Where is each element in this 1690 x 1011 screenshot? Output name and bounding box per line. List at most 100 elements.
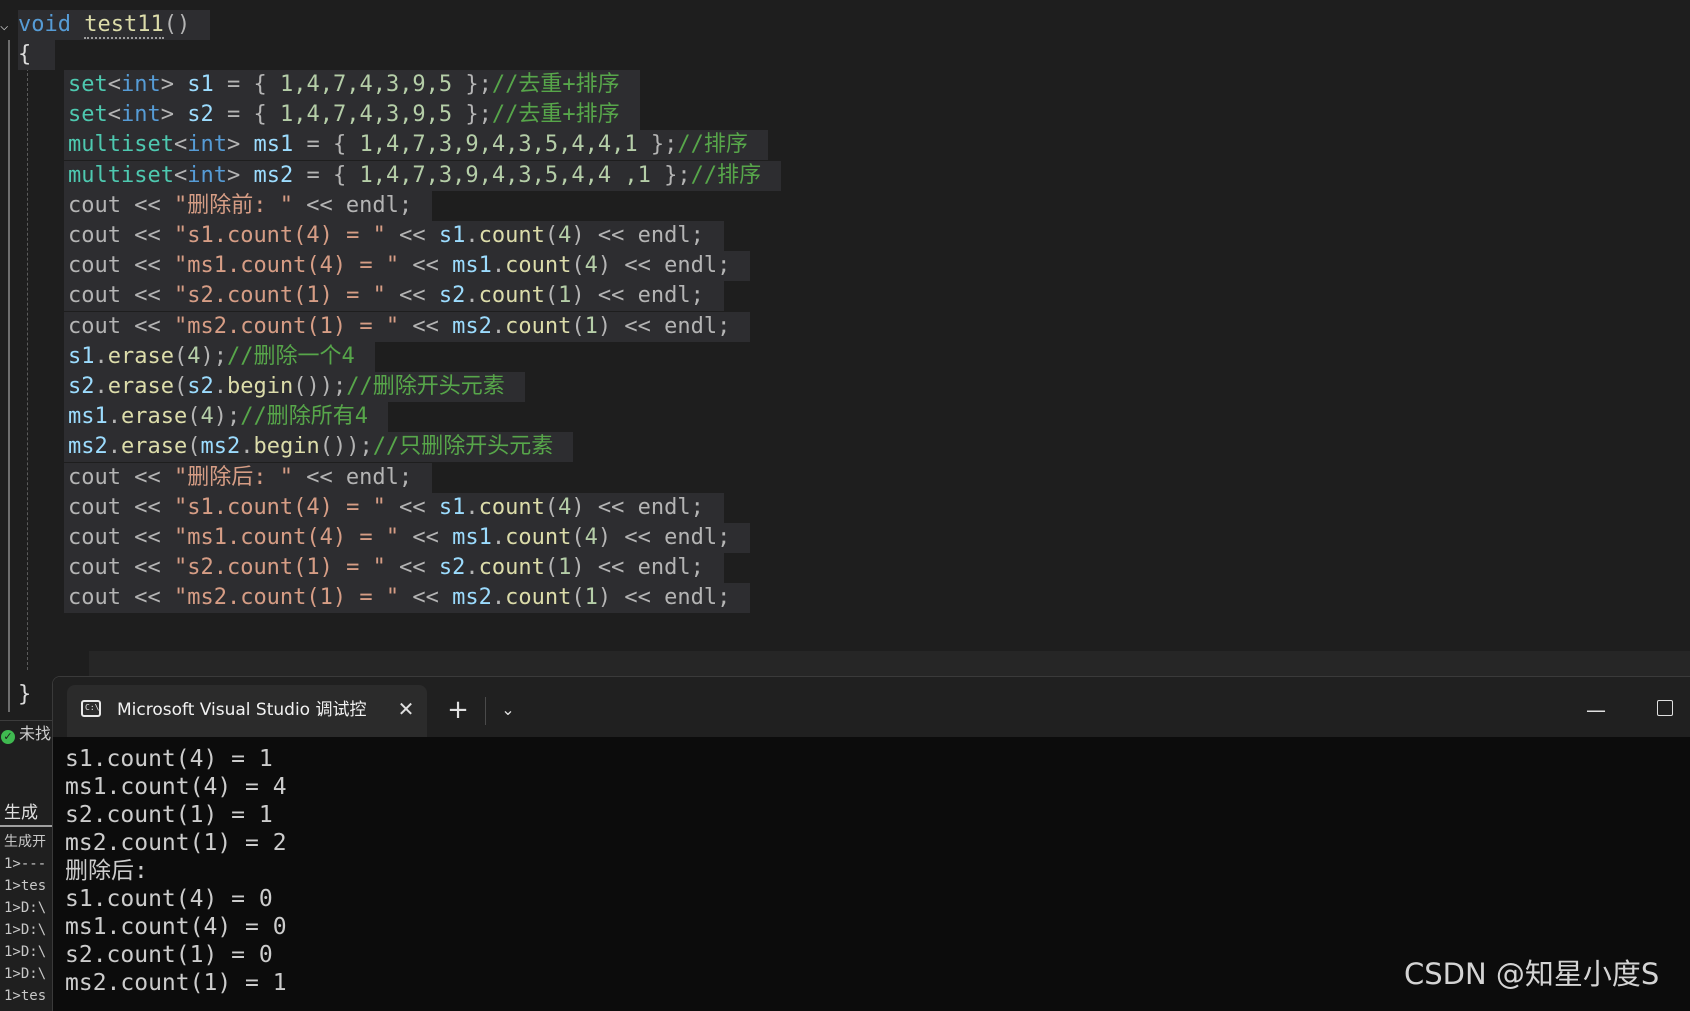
code-token-fn: erase: [107, 374, 174, 399]
function-signature[interactable]: void test11(): [18, 10, 211, 40]
code-token-op: (: [571, 585, 585, 611]
code-token-op: .: [94, 374, 108, 399]
code-token-num: 4: [200, 404, 214, 430]
code-token-op: <<: [399, 253, 453, 279]
code-line[interactable]: cout << "ms2.count(1) = " << ms2.count(1…: [64, 311, 751, 342]
code-line[interactable]: cout << "ms1.count(4) = " << ms1.count(4…: [64, 523, 751, 553]
code-token-op: <<: [399, 585, 453, 611]
code-token-fn: erase: [121, 434, 188, 460]
code-token-var: s1: [68, 343, 95, 369]
code-line[interactable]: set<int> s1 = { 1,4,7,4,3,9,5 };//去重+排序: [64, 70, 640, 100]
code-line[interactable]: cout << "删除后: " << endl;: [64, 462, 433, 493]
minimize-icon[interactable]: —: [1581, 695, 1611, 725]
code-token-kw: int: [187, 162, 227, 188]
code-token-type: multiset: [68, 162, 174, 188]
code-line[interactable]: set<int> s2 = { 1,4,7,4,3,9,5 };//去重+排序: [64, 100, 640, 131]
code-token-op: (: [173, 343, 188, 369]
code-token-op: };: [452, 72, 492, 97]
watermark: CSDN @知星小度S: [1404, 957, 1660, 991]
code-token-num: 1,4,7,3,9,4,3,5,4,4 ,1: [359, 162, 651, 188]
code-token-op: (: [571, 525, 585, 550]
code-token-op: (: [544, 555, 559, 581]
code-line[interactable]: cout << "s2.count(1) = " << s2.count(1) …: [64, 281, 724, 312]
code-token-op: .: [465, 283, 479, 309]
code-token-op: ) << endl;: [597, 253, 731, 279]
collapse-chevron-icon[interactable]: ⌵: [0, 17, 18, 35]
code-token-kw: int: [121, 72, 161, 97]
code-token-str: "删除前: ": [173, 192, 293, 218]
code-token-num: 1,4,7,4,3,9,5: [279, 102, 453, 128]
code-token-op: .: [491, 253, 506, 279]
console-line: ms1.count(4) = 4: [65, 774, 287, 800]
code-token-cm: //删除所有4: [240, 404, 368, 430]
code-editor[interactable]: ⌵ void test11() { set<int> s1 = { 1,4,7,…: [0, 0, 1690, 720]
code-token-str: "s2.count(1) = ": [173, 283, 386, 309]
code-token-cm: //去重+排序: [491, 72, 620, 97]
code-token-var: ms1: [253, 132, 294, 158]
code-line[interactable]: cout << "删除前: " << endl;: [64, 190, 433, 221]
output-tab[interactable]: 生成: [0, 799, 52, 827]
output-log-line: 1>D:\: [4, 966, 47, 982]
code-token-op: );: [213, 404, 241, 430]
code-token-fn: count: [478, 494, 545, 520]
code-token-fn: count: [478, 555, 545, 581]
code-token-op: ) << endl;: [571, 555, 704, 581]
code-token-op: .: [213, 374, 227, 399]
close-tab-icon[interactable]: ✕: [393, 696, 419, 722]
code-token-type: set: [68, 72, 108, 97]
code-line[interactable]: multiset<int> ms1 = { 1,4,7,3,9,4,3,5,4,…: [64, 130, 768, 161]
code-token-num: 4: [558, 494, 572, 520]
code-line[interactable]: s1.erase(4);//删除一个4: [64, 341, 375, 372]
console-tab[interactable]: C:\ Microsoft Visual Studio 调试控 ✕: [67, 685, 427, 737]
code-token-str: "s2.count(1) = ": [173, 555, 386, 581]
code-token-op: .: [240, 434, 254, 460]
code-token-op: >: [160, 72, 188, 97]
code-line[interactable]: cout << "s2.count(1) = " << s2.count(1) …: [64, 553, 724, 584]
code-line[interactable]: cout << "ms1.count(4) = " << ms1.count(4…: [64, 251, 751, 282]
code-token-num: 4: [584, 253, 598, 279]
code-token-op: .: [491, 313, 506, 339]
code-token-op: .: [465, 223, 479, 248]
code-line[interactable]: cout << "s1.count(4) = " << s1.count(4) …: [64, 492, 724, 523]
maximize-icon[interactable]: [1657, 700, 1673, 716]
console-line: ms2.count(1) = 2: [65, 830, 287, 856]
output-log-line: 1>tes: [4, 988, 47, 1004]
code-token-op: cout <<: [68, 313, 174, 339]
code-token-var: s2: [438, 283, 466, 309]
console-line: s2.count(1) = 1: [65, 802, 273, 828]
code-token-str: "s1.count(4) = ": [173, 494, 386, 520]
code-token-str: "ms2.count(1) = ": [173, 585, 400, 611]
code-token-op: = {: [293, 132, 360, 158]
output-log: 生成开 1>--- 1>tes 1>D:\ 1>D:\ 1>D:\ 1>D:\ 1>tes: [4, 831, 52, 1007]
new-tab-plus-icon[interactable]: +: [443, 695, 473, 725]
code-line[interactable]: cout << "s1.count(4) = " << s1.count(4) …: [64, 221, 724, 251]
code-line[interactable]: multiset<int> ms2 = { 1,4,7,3,9,4,3,5,4,…: [64, 160, 782, 191]
code-token-type: set: [68, 102, 108, 128]
screenshot-root: ⌵ void test11() { set<int> s1 = { 1,4,7,…: [0, 0, 1690, 1011]
void-keyword: void: [18, 12, 71, 37]
code-token-op: cout <<: [68, 283, 174, 309]
code-token-op: << endl;: [292, 192, 413, 218]
code-line[interactable]: s2.erase(s2.begin());//删除开头元素: [64, 372, 525, 402]
code-token-op: );: [200, 343, 227, 369]
code-token-fn: count: [505, 253, 572, 279]
code-line[interactable]: ms2.erase(ms2.begin());//只删除开头元素: [64, 432, 574, 463]
function-name[interactable]: test11: [84, 12, 164, 39]
code-token-op: << endl;: [292, 464, 413, 490]
indent-guide: [27, 58, 28, 670]
code-token-var: s2: [187, 374, 214, 399]
code-token-fn: count: [505, 525, 572, 550]
code-token-op: <<: [385, 283, 439, 309]
tab-dropdown-chevron-icon[interactable]: ⌄: [493, 695, 523, 725]
status-text: 未找: [19, 724, 52, 743]
code-line[interactable]: ms1.erase(4);//删除所有4: [64, 402, 388, 433]
console-titlebar[interactable]: C:\ Microsoft Visual Studio 调试控 ✕ + ⌄ —: [53, 677, 1690, 737]
code-token-var: ms2: [68, 434, 108, 460]
code-token-op: (: [544, 223, 559, 248]
code-token-cm: //删除开头元素: [346, 374, 505, 399]
code-token-cm: //只删除开头元素: [372, 434, 554, 460]
code-line[interactable]: cout << "ms2.count(1) = " << ms2.count(1…: [64, 583, 751, 614]
code-token-op: .: [491, 585, 506, 611]
code-token-kw: int: [187, 132, 227, 158]
code-token-op: ) << endl;: [597, 313, 731, 339]
